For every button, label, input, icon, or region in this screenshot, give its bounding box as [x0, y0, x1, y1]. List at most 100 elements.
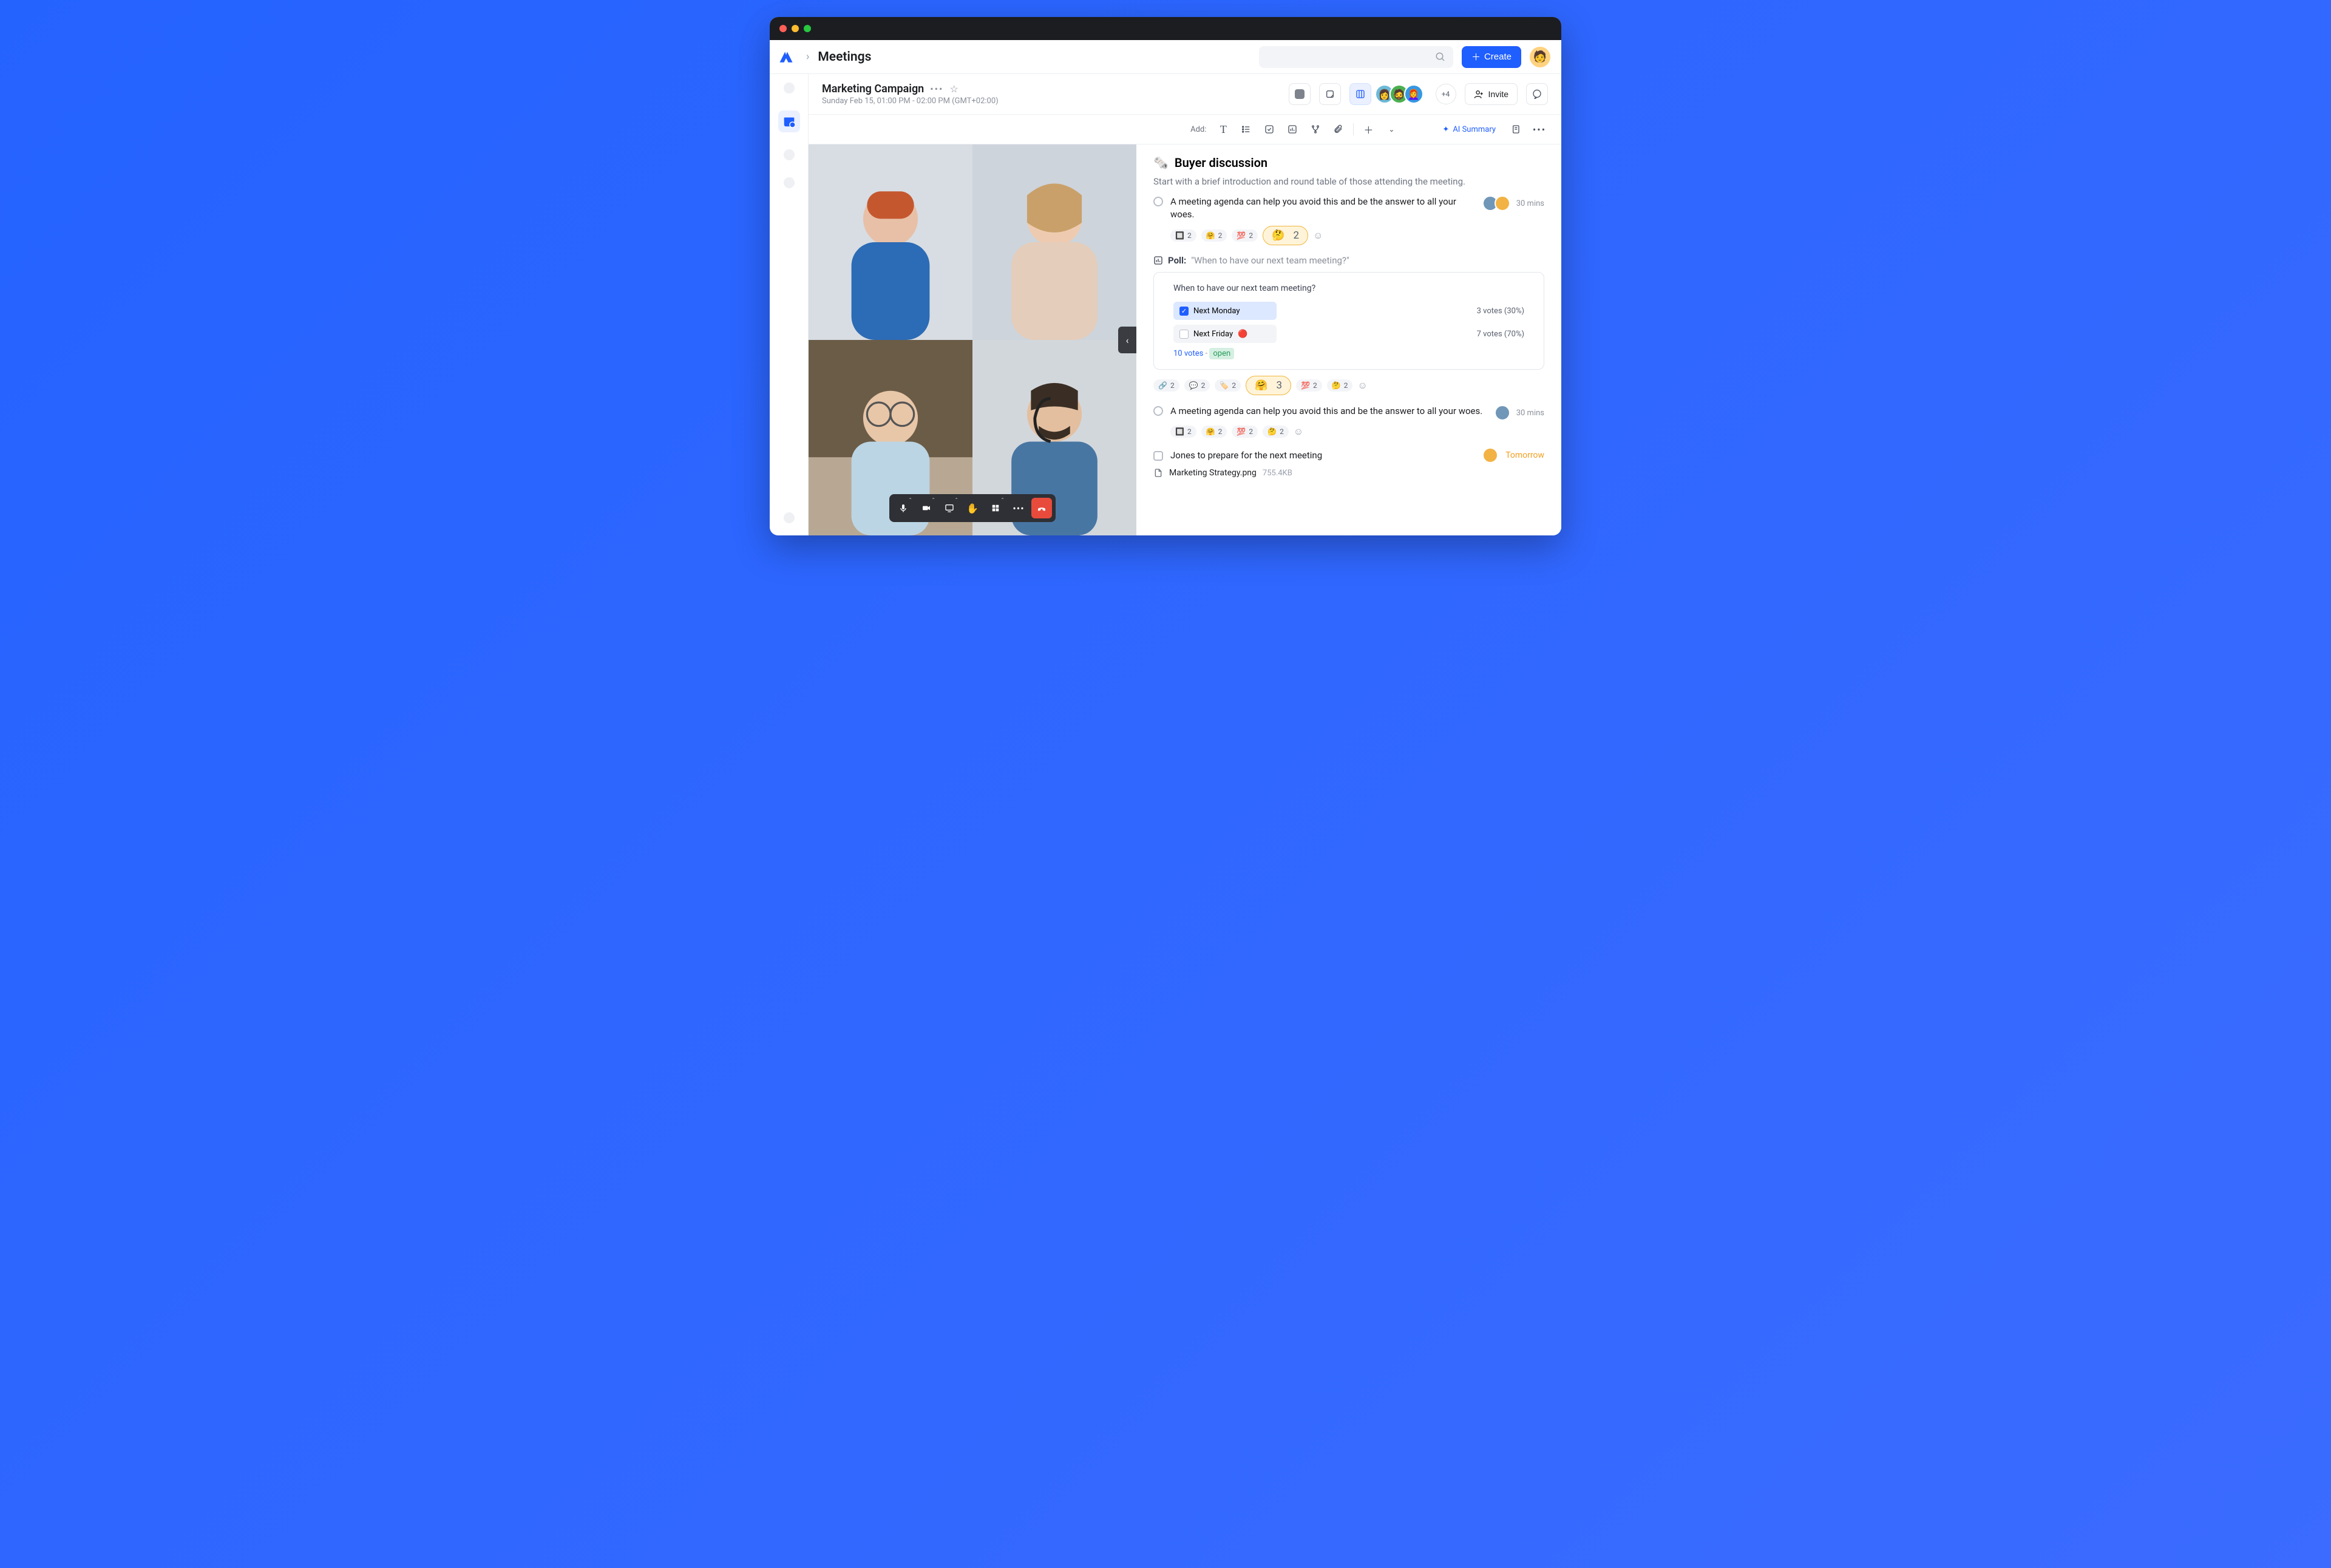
reaction-chip-highlight[interactable]: 🤔 2 [1263, 226, 1308, 245]
sidebar [770, 74, 809, 535]
template-icon[interactable] [1508, 121, 1525, 138]
reaction-chip[interactable]: 🔗2 [1153, 379, 1179, 392]
task-item[interactable]: Jones to prepare for the next meeting To… [1153, 447, 1544, 463]
checkbox-tool-icon[interactable] [1261, 121, 1278, 138]
app-window: › Meetings ＋ Create 🧑 Marke [770, 17, 1561, 535]
dropdown-icon[interactable]: ⌄ [1383, 121, 1400, 138]
add-more-tool-icon[interactable]: ＋ [1360, 121, 1377, 138]
page-title: Meetings [818, 50, 871, 64]
reaction-chip[interactable]: 💯2 [1232, 229, 1258, 242]
list-tool-icon[interactable] [1238, 121, 1255, 138]
meeting-title: Marketing Campaign [822, 83, 924, 95]
camera-button[interactable]: ⌃ [916, 498, 937, 518]
minimize-window-icon[interactable] [792, 25, 799, 32]
add-reaction-icon[interactable]: ☺︎ [1357, 379, 1367, 392]
reaction-chip[interactable]: 🤔2 [1263, 426, 1289, 438]
section-title-text: Buyer discussion [1175, 155, 1267, 170]
invite-label: Invite [1488, 89, 1508, 99]
view-card-button[interactable] [1289, 83, 1311, 105]
search-input[interactable] [1259, 46, 1453, 68]
share-screen-button[interactable]: ⌃ [939, 498, 960, 518]
reaction-chip[interactable]: 🤗2 [1201, 426, 1227, 438]
create-button[interactable]: ＋ Create [1462, 46, 1521, 68]
close-window-icon[interactable] [779, 25, 787, 32]
maximize-window-icon[interactable] [804, 25, 811, 32]
file-icon [1153, 468, 1163, 478]
reaction-chip[interactable]: 💬2 [1184, 379, 1210, 392]
mic-button[interactable]: ⌃ [893, 498, 914, 518]
poll-footer: 10 votes - open [1173, 349, 1524, 358]
reaction-chip[interactable]: 🤔2 [1327, 379, 1353, 392]
sidebar-item[interactable] [784, 177, 795, 188]
add-label: Add: [1190, 125, 1206, 134]
poll-card: When to have our next team meeting? ✓ Ne… [1153, 272, 1544, 370]
reaction-chip[interactable]: 🔲2 [1170, 426, 1196, 438]
raise-hand-button[interactable]: ✋ [962, 498, 983, 518]
section-icon: 🗞️ [1153, 155, 1169, 170]
radio-icon[interactable] [1153, 406, 1163, 416]
sidebar-item[interactable] [784, 83, 795, 93]
current-user-avatar[interactable]: 🧑 [1530, 47, 1550, 67]
text-tool-icon[interactable]: T [1215, 121, 1232, 138]
agenda-item[interactable]: A meeting agenda can help you avoid this… [1153, 195, 1544, 221]
reaction-chip[interactable]: 🔲2 [1170, 229, 1196, 242]
attendee-overflow[interactable]: +4 [1436, 84, 1456, 104]
collapse-video-button[interactable]: ‹ [1118, 327, 1136, 353]
add-reaction-icon[interactable]: ☺︎ [1294, 426, 1303, 438]
poll-tool-icon[interactable] [1284, 121, 1301, 138]
reaction-chip[interactable]: 💯2 [1296, 379, 1322, 392]
sidebar-item[interactable] [784, 149, 795, 160]
reactions-row: 🔲2 🤗2 💯2 🤔2 ☺︎ [1170, 426, 1544, 438]
attendee-avatars[interactable]: 👩 🧔 👩‍🦰 [1380, 84, 1423, 104]
poll-option[interactable]: Next Friday 🔴 7 votes (70%) [1173, 325, 1524, 343]
sidebar-item-calendar[interactable] [778, 110, 800, 132]
chat-button[interactable] [1526, 83, 1548, 105]
reaction-chip-highlight[interactable]: 🤗 3 [1246, 376, 1291, 395]
branch-tool-icon[interactable] [1307, 121, 1324, 138]
view-board-button[interactable] [1349, 83, 1371, 105]
end-call-button[interactable] [1031, 498, 1052, 518]
attachment-tool-icon[interactable] [1330, 121, 1347, 138]
poll-option[interactable]: ✓ Next Monday 3 votes (30%) [1173, 302, 1524, 320]
add-reaction-icon[interactable]: ☺︎ [1313, 229, 1323, 242]
app-logo[interactable] [777, 48, 795, 66]
call-controls: ⌃ ⌃ ⌃ ✋ ⌃ ••• [889, 494, 1056, 522]
topbar: › Meetings ＋ Create 🧑 [770, 40, 1561, 74]
attendee-avatar[interactable]: 👩‍🦰 [1404, 84, 1423, 104]
notes-panel: 🗞️ Buyer discussion Start with a brief i… [1136, 144, 1561, 535]
agenda-item[interactable]: A meeting agenda can help you avoid this… [1153, 405, 1544, 421]
assignee-avatars[interactable] [1498, 405, 1510, 421]
reaction-chip[interactable]: 💯2 [1232, 426, 1258, 438]
sparkle-icon: ✦ [1442, 125, 1449, 134]
checkbox-checked-icon[interactable]: ✓ [1179, 307, 1189, 316]
breadcrumb-chevron-icon: › [806, 50, 809, 63]
sidebar-item[interactable] [784, 512, 795, 523]
radio-icon[interactable] [1153, 197, 1163, 206]
intro-text: Start with a brief introduction and roun… [1153, 176, 1544, 187]
checkbox-icon[interactable] [1153, 451, 1163, 461]
create-button-label: Create [1484, 52, 1512, 62]
reaction-chip[interactable]: 🏷️2 [1215, 379, 1241, 392]
assignee-avatars[interactable] [1486, 447, 1498, 463]
assignee-avatars[interactable] [1486, 195, 1510, 211]
more-options-button[interactable]: ••• [1008, 498, 1029, 518]
more-icon[interactable]: ••• [1531, 121, 1548, 138]
badge-icon: 🔴 [1238, 330, 1247, 339]
reactions-row: 🔗2 💬2 🏷️2 🤗 3 💯2 🤔2 ☺︎ [1153, 376, 1544, 395]
video-participant [972, 144, 1136, 340]
checkbox-icon[interactable] [1179, 330, 1189, 339]
video-participant [809, 144, 972, 340]
grid-view-button[interactable]: ⌃ [985, 498, 1006, 518]
file-attachment[interactable]: Marketing Strategy.png 755.4KB [1153, 468, 1544, 478]
ai-summary-button[interactable]: ✦ AI Summary [1436, 121, 1502, 138]
poll-header: Poll: "When to have our next team meetin… [1153, 255, 1544, 266]
invite-button[interactable]: Invite [1465, 83, 1518, 105]
meeting-datetime: Sunday Feb 15, 01:00 PM - 02:00 PM (GMT+… [822, 97, 1280, 106]
more-icon[interactable]: ••• [930, 83, 943, 95]
video-panel: ‹ ⌃ ⌃ ⌃ ✋ ⌃ [809, 144, 1136, 535]
meeting-header: Marketing Campaign ••• ☆ Sunday Feb 15, … [809, 74, 1561, 115]
reaction-chip[interactable]: 🤗2 [1201, 229, 1227, 242]
view-note-button[interactable] [1319, 83, 1341, 105]
star-icon[interactable]: ☆ [949, 83, 958, 95]
plus-icon: ＋ [1471, 50, 1481, 63]
